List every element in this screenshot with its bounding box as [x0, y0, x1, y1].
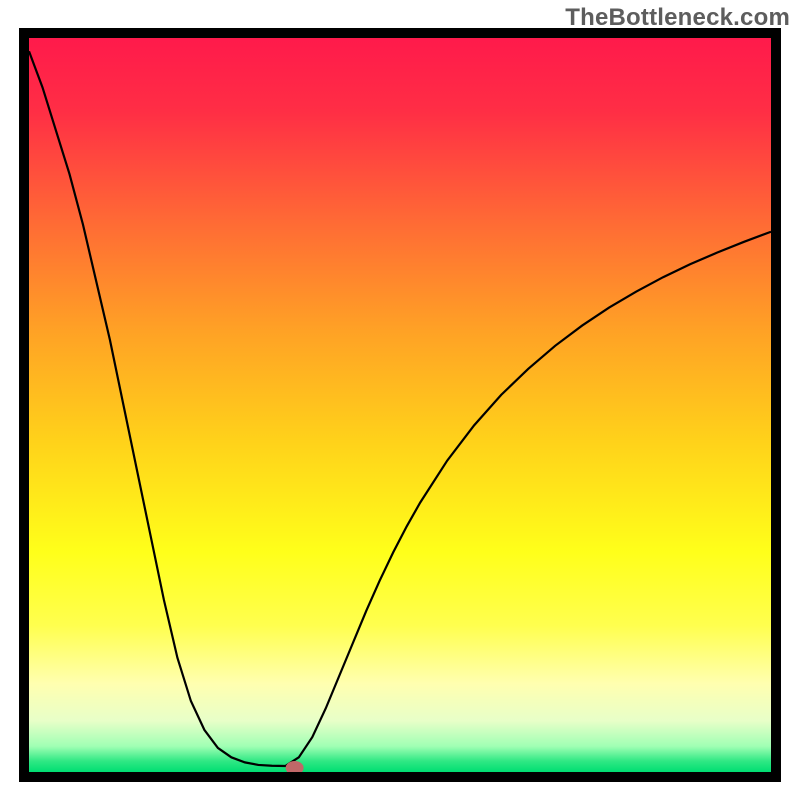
- watermark-text: TheBottleneck.com: [565, 4, 790, 32]
- chart-background-gradient: [29, 38, 771, 772]
- chart-container: { "watermark": "TheBottleneck.com", "col…: [0, 0, 800, 800]
- bottleneck-chart: [0, 0, 800, 800]
